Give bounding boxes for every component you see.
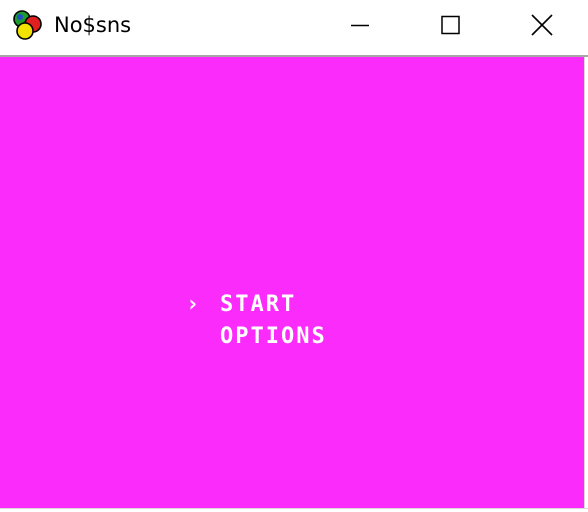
menu-item-options[interactable]: OPTIONS <box>220 325 327 349</box>
maximize-icon <box>441 15 460 35</box>
menu-item-start[interactable]: START <box>220 293 296 317</box>
window-title: No$sns <box>54 13 132 37</box>
app-icon[interactable] <box>12 9 48 43</box>
close-button[interactable] <box>496 0 588 55</box>
window-border-bottom <box>0 508 588 512</box>
game-screen[interactable]: › START OPTIONS <box>0 57 584 508</box>
emulator-window: No$sns › START OPTIONS <box>0 0 588 512</box>
maximize-button[interactable] <box>404 0 496 55</box>
window-border-right <box>584 57 588 508</box>
close-icon <box>531 14 553 36</box>
title-bar[interactable]: No$sns <box>0 0 588 55</box>
minimize-icon <box>351 24 369 27</box>
menu-cursor-icon: › <box>186 292 200 317</box>
minimize-button[interactable] <box>314 0 406 55</box>
